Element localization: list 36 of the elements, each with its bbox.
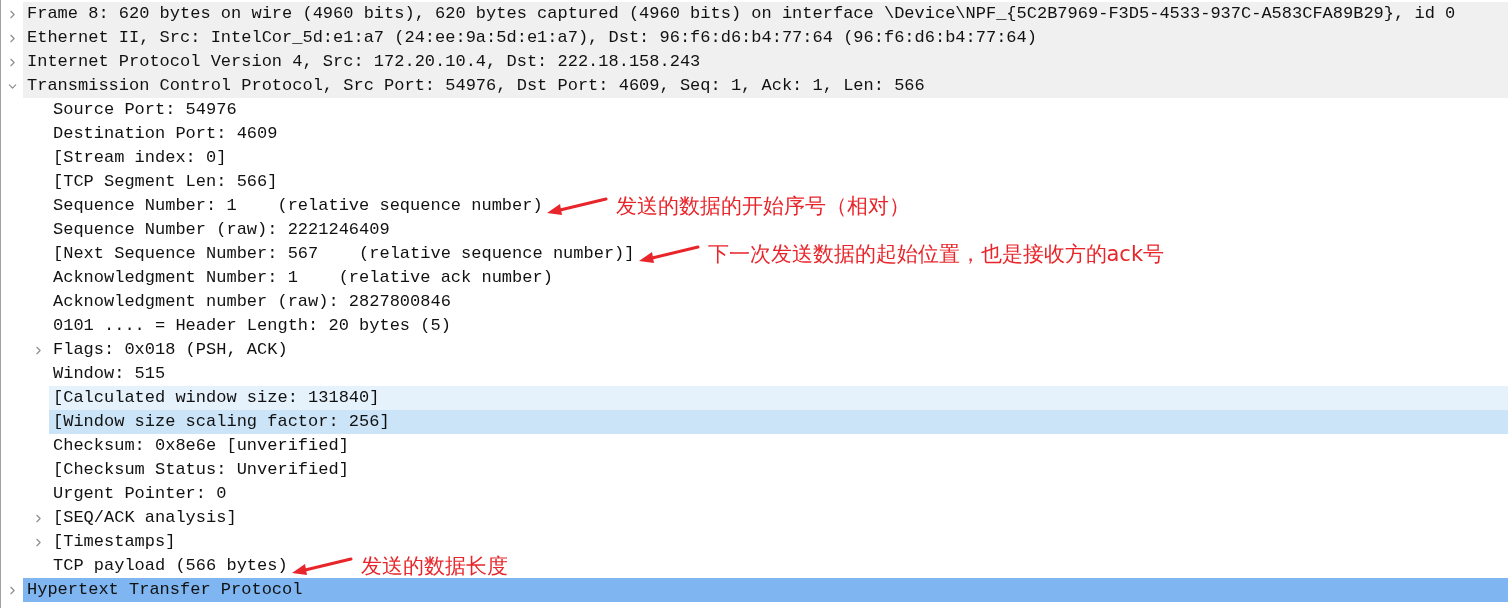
field-text: Checksum: 0x8e6e [unverified] [53, 435, 349, 458]
field-text: Destination Port: 4609 [53, 123, 278, 146]
annotation-text: 下一次发送数据的起始位置，也是接收方的ack号 [707, 243, 1165, 265]
field-text: Urgent Pointer: 0 [53, 483, 227, 506]
tree-row[interactable]: Hypertext Transfer Protocol [23, 578, 1508, 602]
tree-row[interactable]: [Window size scaling factor: 256] [49, 410, 1508, 434]
field-text: Internet Protocol Version 4, Src: 172.20.10.4, Dst: 222.18.158.243 [27, 51, 701, 74]
tree-row[interactable]: [Calculated window size: 131840] [49, 386, 1508, 410]
annotation-text: 发送的数据的开始序号（相对） [615, 195, 910, 217]
field-text: [Next Sequence Number: 567 (relative sequence number)] [53, 243, 635, 266]
annotation-arrow [545, 196, 608, 216]
tree-row[interactable]: Internet Protocol Version 4, Src: 172.20.10.4, Dst: 222.18.158.243 [23, 50, 1508, 74]
annotation-arrow [637, 244, 700, 264]
tree-row[interactable]: Transmission Control Protocol, Src Port: 54976, Dst Port: 4609, Seq: 1, Ack: 1, Len: 566 [23, 74, 1508, 98]
field-text: [Window size scaling factor: 256] [53, 411, 390, 434]
field-text: Acknowledgment number (raw): 2827800846 [53, 291, 451, 314]
field-text: Transmission Control Protocol, Src Port: 54976, Dst Port: 4609, Seq: 1, Ack: 1, Len: 566 [27, 75, 925, 98]
field-text: Sequence Number (raw): 2221246409 [53, 219, 390, 242]
field-text: Ethernet II, Src: IntelCor_5d:e1:a7 (24:ee:9a:5d:e1:a7), Dst: 96:f6:d6:b4:77:64 (96:f6:d6:b4:77:64) [27, 27, 1037, 50]
field-text: [Timestamps] [53, 531, 176, 554]
field-text: [Calculated window size: 131840] [53, 387, 380, 410]
field-text: [SEQ/ACK analysis] [53, 507, 237, 530]
annotation-arrow [290, 556, 353, 576]
annotation-text: 发送的数据长度 [360, 555, 508, 577]
field-text: Sequence Number: 1 (relative sequence number) [53, 195, 543, 218]
field-text: Hypertext Transfer Protocol [27, 579, 303, 602]
field-text: Acknowledgment Number: 1 (relative ack number) [53, 267, 553, 290]
tree-row[interactable]: Ethernet II, Src: IntelCor_5d:e1:a7 (24:ee:9a:5d:e1:a7), Dst: 96:f6:d6:b4:77:64 (96:f6:d6:b4:77:64) [23, 26, 1508, 50]
field-text: [TCP Segment Len: 566] [53, 171, 278, 194]
field-text: Flags: 0x018 (PSH, ACK) [53, 339, 288, 362]
field-text: [Stream index: 0] [53, 147, 227, 170]
field-text: Window: 515 [53, 363, 166, 386]
field-text: Source Port: 54976 [53, 99, 237, 122]
field-text: 0101 .... = Header Length: 20 bytes (5) [53, 315, 451, 338]
field-text: [Checksum Status: Unverified] [53, 459, 349, 482]
field-text: TCP payload (566 bytes) [53, 555, 288, 578]
